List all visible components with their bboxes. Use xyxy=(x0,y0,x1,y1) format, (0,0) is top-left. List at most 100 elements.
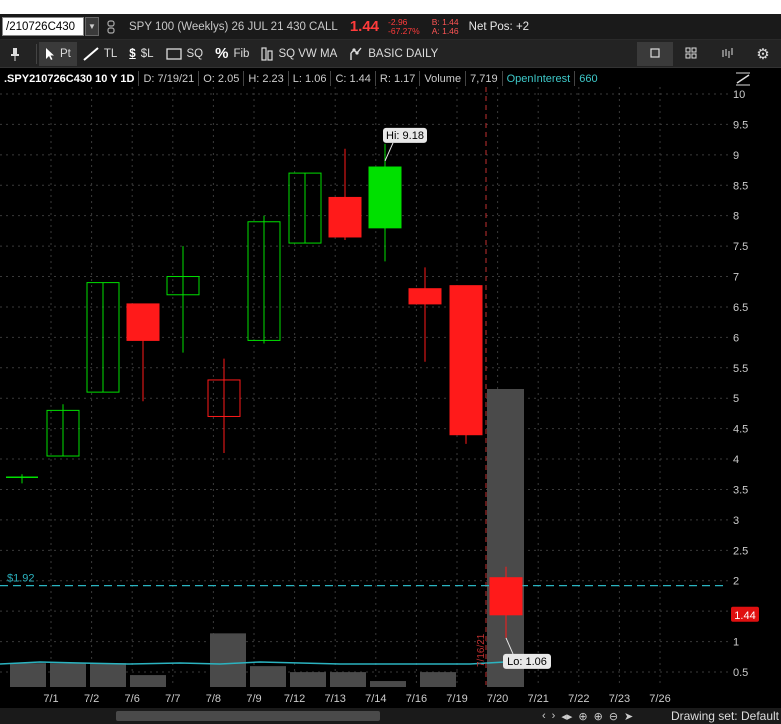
y-tick-label: 7.5 xyxy=(733,241,748,253)
cursor-arrow-icon[interactable]: ➤ xyxy=(624,710,633,723)
chart-expand-icon[interactable] xyxy=(734,71,752,87)
vwma-tool-label: SQ VW MA xyxy=(278,47,338,60)
flask-icon xyxy=(261,46,274,61)
fibonacci-tool-button[interactable]: % Fib xyxy=(209,42,255,66)
navigation-controls: ‹ › ◂▸ ⊕ ⊕ ⊖ ➤ xyxy=(542,708,633,724)
layout-controls: ⚙ xyxy=(637,42,781,66)
bars-style-icon xyxy=(721,47,733,62)
info-open: O: 2.05 xyxy=(199,71,245,86)
y-tick-label: 9.5 xyxy=(733,119,748,131)
instrument-description: SPY 100 (Weeklys) 26 JUL 21 430 CALL xyxy=(129,20,338,33)
candle-body xyxy=(449,285,483,436)
info-oi-value: 660 xyxy=(579,72,598,85)
bottom-bar: ‹ › ◂▸ ⊕ ⊕ ⊖ ➤ Drawing set: Default xyxy=(0,708,781,724)
toolbar-divider xyxy=(36,43,37,64)
grid-layout-button[interactable] xyxy=(673,42,709,66)
lo-label: Lo: 1.06 xyxy=(507,656,547,668)
x-tick-label: 7/26 xyxy=(649,693,670,705)
info-high: H: 2.23 xyxy=(244,71,289,86)
cursor-date-label: 7/16/21 xyxy=(476,633,487,667)
trendline-tool-label: TL xyxy=(103,47,118,60)
vwma-tool-button[interactable]: SQ VW MA xyxy=(255,42,343,66)
info-date: D: 7/19/21 xyxy=(139,71,200,86)
symbol-dropdown-button[interactable]: ▼ xyxy=(85,17,99,36)
cursor-arrow-icon xyxy=(45,47,55,61)
info-low: L: 1.06 xyxy=(289,71,332,86)
square-layout-icon xyxy=(650,47,660,61)
volume-bar xyxy=(250,666,286,687)
time-scrollbar[interactable] xyxy=(116,711,380,721)
trendline-tool-button[interactable]: TL xyxy=(77,42,123,66)
price-level-tool-label: $L xyxy=(140,47,154,60)
volume-bar xyxy=(487,389,524,687)
gear-icon: ⚙ xyxy=(756,46,770,63)
candle-body xyxy=(408,288,442,305)
zoom-in-icon[interactable]: ⊕ xyxy=(594,710,603,723)
volume-bar xyxy=(330,672,366,687)
x-tick-label: 7/16 xyxy=(406,693,427,705)
drawing-set-selector[interactable]: Drawing set: Default xyxy=(671,709,779,723)
y-tick-label: 4.5 xyxy=(733,424,748,436)
info-volume-value: 7,719 xyxy=(466,71,503,86)
y-tick-label: 3 xyxy=(733,515,739,527)
price-line-label: $1.92 xyxy=(7,573,35,585)
scroll-right-icon[interactable]: › xyxy=(552,710,556,722)
settings-button[interactable]: ⚙ xyxy=(745,42,781,66)
y-tick-label: 8.5 xyxy=(733,180,748,192)
volume-bar xyxy=(370,681,406,687)
candle-body xyxy=(368,166,402,229)
style-button[interactable] xyxy=(709,42,745,66)
link-icon[interactable] xyxy=(105,17,117,36)
info-oi-label: OpenInterest xyxy=(503,71,576,86)
price-level-tool-button[interactable]: $ $L xyxy=(123,42,159,66)
volume-bar xyxy=(10,663,46,687)
chevron-down-icon: ▼ xyxy=(88,22,96,31)
y-tick-label: 10 xyxy=(733,89,745,101)
title-strip xyxy=(0,0,781,14)
y-tick-label: 8 xyxy=(733,211,739,223)
square-tool-button[interactable]: SQ xyxy=(160,42,210,66)
x-tick-label: 7/8 xyxy=(206,693,221,705)
volume-bar xyxy=(290,672,326,687)
quote-bar: /210726C430 ▼ SPY 100 (Weeklys) 26 JUL 2… xyxy=(0,14,781,40)
square-tool-label: SQ xyxy=(186,47,204,60)
scroll-left-icon[interactable]: ‹ xyxy=(542,710,546,722)
ask-value: A: 1.46 xyxy=(431,25,459,36)
chart-symbol-period: .SPY210726C430 10 Y 1D xyxy=(0,71,140,86)
x-tick-label: 7/21 xyxy=(527,693,548,705)
percent-icon: % xyxy=(215,45,229,62)
x-tick-label: 7/23 xyxy=(609,693,630,705)
info-close: C: 1.44 xyxy=(331,71,376,86)
candle-body xyxy=(126,303,160,341)
x-tick-label: 7/2 xyxy=(84,693,99,705)
x-tick-label: 7/22 xyxy=(568,693,589,705)
expand-horizontal-icon[interactable]: ◂▸ xyxy=(561,710,572,723)
last-price-tag: 1.44 xyxy=(734,610,755,622)
y-tick-label: 5.5 xyxy=(733,363,748,375)
y-tick-label: 2 xyxy=(733,576,739,588)
info-range: R: 1.17 xyxy=(376,71,421,86)
chart-info-bar: .SPY210726C430 10 Y 1D D: 7/19/21 O: 2.0… xyxy=(0,70,730,87)
pointer-tool-button[interactable]: Pt xyxy=(39,41,77,66)
symbol-input[interactable]: /210726C430 xyxy=(2,17,84,36)
pin-button[interactable] xyxy=(0,42,34,66)
price-change: -2.96 -67.27% xyxy=(388,17,420,36)
x-tick-label: 7/12 xyxy=(284,693,305,705)
studies-button[interactable]: BASIC DAILY xyxy=(343,42,444,66)
hi-label: Hi: 9.18 xyxy=(386,130,424,142)
y-tick-label: 2.5 xyxy=(733,545,748,557)
rectangle-icon xyxy=(165,47,182,60)
info-volume-label: Volume xyxy=(420,71,467,86)
studies-icon xyxy=(349,47,363,61)
price-chart[interactable]: 0.511.522.533.544.555.566.577.588.599.51… xyxy=(0,87,781,707)
grid-icon xyxy=(685,47,697,62)
zoom-out-icon[interactable]: ⊖ xyxy=(609,710,618,723)
drawing-toolbar: Pt TL $ $L SQ % Fib SQ VW MA BASIC DAILY xyxy=(0,40,781,68)
volume-bar xyxy=(130,675,166,687)
crosshair-icon[interactable]: ⊕ xyxy=(578,710,587,723)
bid-ask: B: 1.44 A: 1.46 xyxy=(431,17,459,36)
x-tick-label: 7/19 xyxy=(446,693,467,705)
x-tick-label: 7/1 xyxy=(43,693,58,705)
single-layout-button[interactable] xyxy=(637,42,673,66)
x-tick-label: 7/9 xyxy=(246,693,261,705)
